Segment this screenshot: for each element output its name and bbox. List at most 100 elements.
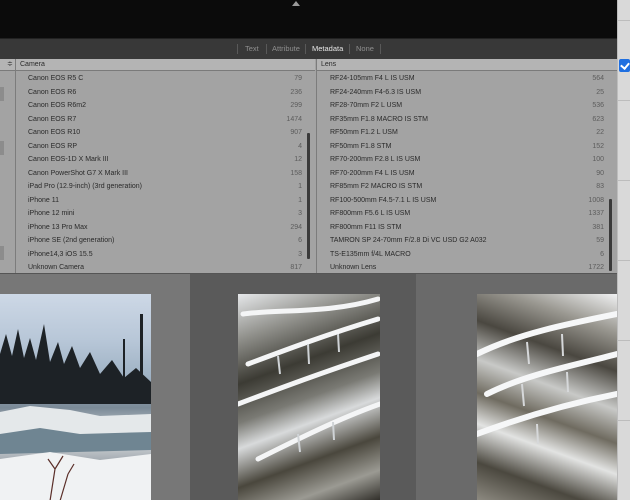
camera-row[interactable]: Canon PowerShot G7 X Mark III 158 [28,167,302,181]
camera-label: Canon EOS RP [28,142,78,150]
lens-label: RF50mm F1.2 L USM [330,129,398,136]
lens-row[interactable]: RF100-500mm F4.5-7.1 L IS USM 1008 [330,194,604,208]
snow-bank [0,452,151,500]
lens-count: 83 [596,183,604,190]
lens-count: 25 [596,88,604,96]
lens-row[interactable]: RF70-200mm F2.8 L IS USM 100 [330,153,604,167]
divider [266,44,267,54]
lens-label: RF70-200mm F2.8 L IS USM [330,156,421,163]
camera-row[interactable]: iPhone14,3 iOS 15.5 3 [28,248,302,262]
lens-count: 1008 [588,196,604,204]
divider [237,44,238,54]
camera-row[interactable]: Canon EOS R5 C 79 [28,72,302,86]
divider [618,100,630,101]
camera-row[interactable]: iPhone 13 Pro Max 294 [28,221,302,235]
camera-label: Canon PowerShot G7 X Mark III [28,169,128,177]
lens-count: 22 [596,129,604,136]
divider [380,44,381,54]
top-bar [0,0,617,38]
filter-tab-text[interactable]: Text [245,43,259,55]
camera-label: Canon EOS R6 [28,88,77,96]
icicle-drips [521,333,569,445]
landscape-image [0,314,151,500]
camera-count: 299 [290,102,302,109]
camera-row[interactable]: Canon EOS-1D X Mark III 12 [28,153,302,167]
lens-scrollbar[interactable] [609,199,612,271]
camera-row[interactable]: iPhone SE (2nd generation) 6 [28,234,302,248]
lens-row[interactable]: RF35mm F1.8 MACRO IS STM 623 [330,113,604,127]
lens-row[interactable]: RF24-240mm F4-6.3 IS USM 25 [330,86,604,100]
camera-column-header[interactable]: Camera [16,59,315,71]
camera-count: 158 [290,169,302,177]
camera-row[interactable]: Canon EOS R10 907 [28,126,302,140]
selection-marker [0,87,4,101]
lens-row[interactable]: RF800mm F5.6 L IS USM 1337 [330,207,604,221]
lens-count: 59 [596,237,604,244]
camera-label: Canon EOS R7 [28,115,77,123]
lens-row[interactable]: TAMRON SP 24-70mm F/2.8 Di VC USD G2 A03… [330,234,604,248]
divider [618,420,630,421]
divider [618,260,630,261]
lens-count: 152 [592,142,604,150]
camera-row[interactable]: Canon EOS R6 236 [28,86,302,100]
camera-count: 1 [298,196,302,204]
thumbnail-photo[interactable] [238,294,380,500]
camera-count: 294 [290,223,302,231]
lens-label: TS-E135mm f/4L MACRO [330,250,411,258]
tree-line [0,314,151,404]
camera-label: iPhone 13 Pro Max [28,223,88,231]
filter-tab-metadata[interactable]: Metadata [312,43,343,55]
lens-row[interactable]: RF50mm F1.8 STM 152 [330,140,604,154]
thumbnail-cell[interactable] [190,274,416,500]
lens-row[interactable]: RF70-200mm F4 L IS USM 90 [330,167,604,181]
filter-tab-none[interactable]: None [356,43,374,55]
camera-row[interactable]: iPad Pro (12.9-inch) (3rd generation) 1 [28,180,302,194]
camera-row[interactable]: iPhone 12 mini 3 [28,207,302,221]
camera-label: Canon EOS-1D X Mark III [28,156,109,163]
lens-label: RF24-105mm F4 L IS USM [330,75,415,82]
lens-row[interactable]: RF50mm F1.2 L USM 22 [330,126,604,140]
lens-count: 564 [592,75,604,82]
lens-count: 6 [600,250,604,258]
selection-marker [0,246,4,260]
lens-count: 536 [592,102,604,109]
divider [618,180,630,181]
lens-row[interactable]: RF28-70mm F2 L USM 536 [330,99,604,113]
thumbnail-photo[interactable] [477,294,617,500]
thumbnail-photo[interactable] [0,294,151,500]
camera-row[interactable]: iPhone 11 1 [28,194,302,208]
camera-label: Canon EOS R10 [28,129,81,136]
lens-label: TAMRON SP 24-70mm F/2.8 Di VC USD G2 A03… [330,237,487,244]
camera-label: iPhone14,3 iOS 15.5 [28,250,93,258]
camera-scrollbar[interactable] [307,133,310,259]
camera-count: 236 [290,88,302,96]
lens-row[interactable]: RF85mm F2 MACRO IS STM 83 [330,180,604,194]
lens-row[interactable]: RF800mm F11 IS STM 381 [330,221,604,235]
camera-row[interactable]: Canon EOS R6m2 299 [28,99,302,113]
checkbox-checked-icon[interactable] [619,59,630,72]
lens-count: 90 [596,169,604,177]
chevron-up-icon[interactable] [292,1,300,6]
filter-tab-attribute[interactable]: Attribute [272,43,300,55]
selection-marker [0,141,4,155]
thumbnail-cell[interactable] [416,274,617,500]
column-divider[interactable] [316,59,317,273]
divider [618,340,630,341]
camera-count: 907 [290,129,302,136]
camera-count: 1 [298,183,302,190]
thumbnail-cell[interactable] [0,274,190,500]
camera-row[interactable]: Canon EOS RP 4 [28,140,302,154]
camera-count: 79 [294,75,302,82]
lens-row[interactable]: TS-E135mm f/4L MACRO 6 [330,248,604,262]
camera-count: 3 [298,250,302,258]
lens-column-header[interactable]: Lens [317,59,617,71]
camera-label: Canon EOS R6m2 [28,102,86,109]
lens-row[interactable]: RF24-105mm F4 L IS USM 564 [330,72,604,86]
lens-label: RF35mm F1.8 MACRO IS STM [330,115,429,123]
icicles [238,296,380,462]
camera-count: 4 [298,142,302,150]
library-filter-bar: Text Attribute Metadata None [0,38,617,59]
camera-row[interactable]: Canon EOS R7 1474 [28,113,302,127]
column-divider[interactable] [15,59,16,273]
camera-count: 6 [298,237,302,244]
